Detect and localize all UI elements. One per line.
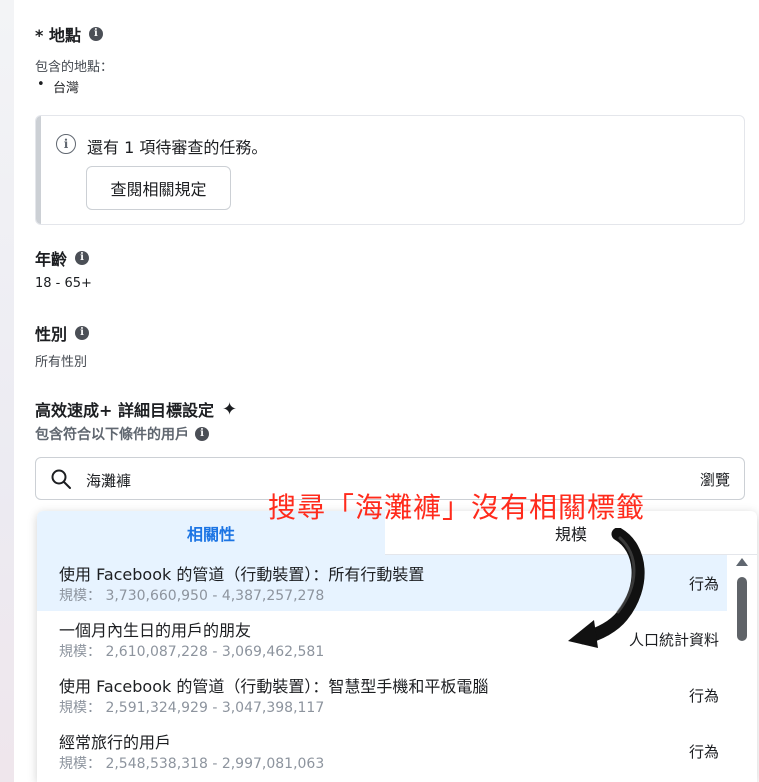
pending-review-notice: i 還有 1 項待審查的任務。 查閱相關規定 — [35, 115, 745, 225]
age-value: 18 - 65+ — [35, 276, 92, 291]
suggestion-size: 規模： 2,548,538,318 - 2,997,081,063 — [59, 756, 325, 772]
info-icon[interactable]: i — [195, 427, 209, 441]
age-heading: 年齡 i — [35, 246, 90, 270]
suggestion-title: 一個月內生日的用戶的朋友 — [59, 621, 252, 640]
suggestion-category: 行為 — [688, 743, 719, 761]
info-circle-icon: i — [56, 134, 76, 154]
suggestion-category: 行為 — [688, 575, 719, 593]
targeting-hint: 包含符合以下條件的用戶 i — [35, 424, 209, 444]
gender-value: 所有性別 — [35, 355, 88, 370]
info-icon[interactable]: i — [75, 326, 90, 340]
gender-heading: 性別 i — [35, 321, 90, 345]
suggestion-size: 規模： 2,591,324,929 - 3,047,398,117 — [59, 700, 325, 716]
info-icon[interactable]: i — [75, 251, 90, 265]
scrollbar-thumb[interactable] — [737, 577, 747, 641]
targeting-hint-text: 包含符合以下條件的用戶 — [35, 427, 189, 443]
suggestion-category: 行為 — [688, 687, 719, 705]
list-item[interactable]: 經常旅行的用戶 規模： 2,548,538,318 - 2,997,081,06… — [37, 723, 727, 779]
search-input[interactable]: 海灘褲 — [86, 470, 131, 491]
suggestion-size: 規模： 2,610,087,228 - 3,069,462,581 — [59, 644, 325, 660]
gender-title: 性別 — [35, 325, 68, 344]
info-icon[interactable]: i — [88, 27, 103, 41]
scrollbar[interactable] — [727, 555, 757, 782]
list-item[interactable]: 使用 Facebook 的管道（行動裝置）：智慧型手機和平板電腦 規模： 2,5… — [37, 667, 727, 723]
location-item-label: 台灣 — [53, 81, 80, 96]
suggestion-title: 經常旅行的用戶 — [59, 733, 172, 752]
search-icon — [51, 469, 71, 489]
curved-arrow-icon — [568, 528, 645, 648]
left-background-strip — [0, 0, 14, 782]
browse-link[interactable]: 瀏覽 — [700, 469, 730, 490]
detailed-targeting-heading: 高效速成+ 詳細目標設定 ✦ — [35, 397, 237, 421]
audience-settings-page: * 地點 i 包含的地點： 台灣 i 還有 1 項待審查的任務。 查閱相關規定 … — [0, 0, 759, 782]
sparkle-icon: ✦ — [221, 398, 238, 420]
location-title: * 地點 — [35, 26, 81, 45]
notice-accent-bar — [36, 116, 41, 224]
annotation-text: 搜尋「海灘褲」沒有相關標籤 — [268, 491, 646, 524]
location-included-label: 包含的地點： — [35, 60, 114, 75]
location-heading: * 地點 i — [35, 22, 103, 46]
detailed-targeting-title: 高效速成+ 詳細目標設定 — [35, 401, 214, 420]
location-list-item: 台灣 — [37, 77, 80, 96]
suggestion-title: 使用 Facebook 的管道（行動裝置）：智慧型手機和平板電腦 — [59, 677, 489, 696]
notice-text: 還有 1 項待審查的任務。 — [87, 138, 268, 157]
age-title: 年齡 — [35, 250, 68, 269]
scroll-up-arrow-icon[interactable] — [736, 558, 748, 566]
view-policies-button[interactable]: 查閱相關規定 — [86, 166, 231, 210]
suggestion-size: 規模： 3,730,660,950 - 4,387,257,278 — [59, 588, 325, 604]
suggestion-title: 使用 Facebook 的管道（行動裝置）：所有行動裝置 — [59, 565, 425, 584]
